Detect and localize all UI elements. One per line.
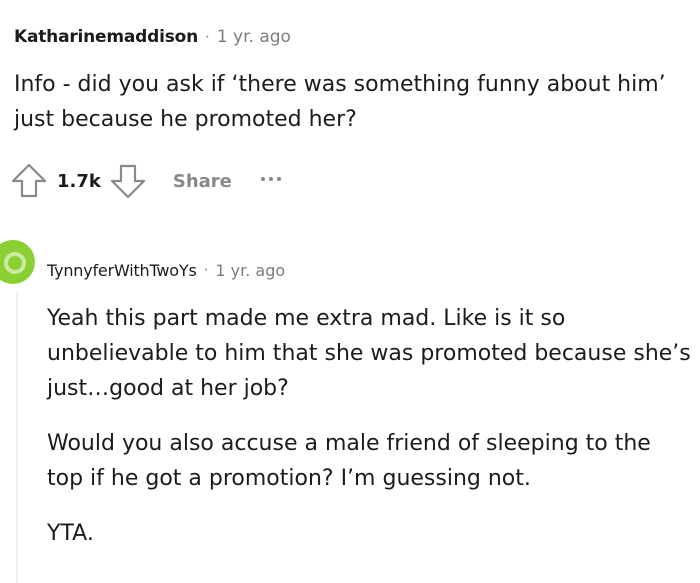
meta-separator: ·	[203, 261, 209, 279]
comment-timestamp[interactable]: 1 yr. ago	[217, 27, 291, 47]
reply-paragraph: Yeah this part made me extra mad. Like i…	[47, 306, 691, 401]
reply-comment: TynnyferWithTwoYs · 1 yr. ago Yeah this …	[47, 255, 692, 551]
share-button[interactable]: Share	[173, 171, 232, 192]
reply-meta: TynnyferWithTwoYs · 1 yr. ago	[47, 255, 692, 285]
reply-author-link[interactable]: TynnyferWithTwoYs	[47, 261, 197, 280]
downvote-icon[interactable]	[109, 162, 147, 200]
thread-line[interactable]	[16, 292, 18, 583]
comment-author-link[interactable]: Katharinemaddison	[14, 27, 198, 47]
comment-meta: Katharinemaddison · 1 yr. ago	[14, 22, 694, 52]
more-options-icon[interactable]	[256, 166, 286, 196]
vote-count: 1.7k	[57, 170, 101, 192]
reply-paragraph: YTA.	[47, 521, 94, 546]
comment-action-bar: 1.7k Share	[10, 163, 286, 199]
avatar[interactable]	[0, 234, 35, 292]
reply-paragraph: Would you also accuse a male friend of s…	[47, 431, 651, 491]
upvote-icon[interactable]	[10, 162, 48, 200]
comment: Katharinemaddison · 1 yr. ago Info - did…	[14, 22, 694, 137]
reply-timestamp[interactable]: 1 yr. ago	[215, 261, 285, 280]
comment-body: Info - did you ask if ‘there was somethi…	[14, 72, 666, 132]
meta-separator: ·	[205, 28, 210, 46]
